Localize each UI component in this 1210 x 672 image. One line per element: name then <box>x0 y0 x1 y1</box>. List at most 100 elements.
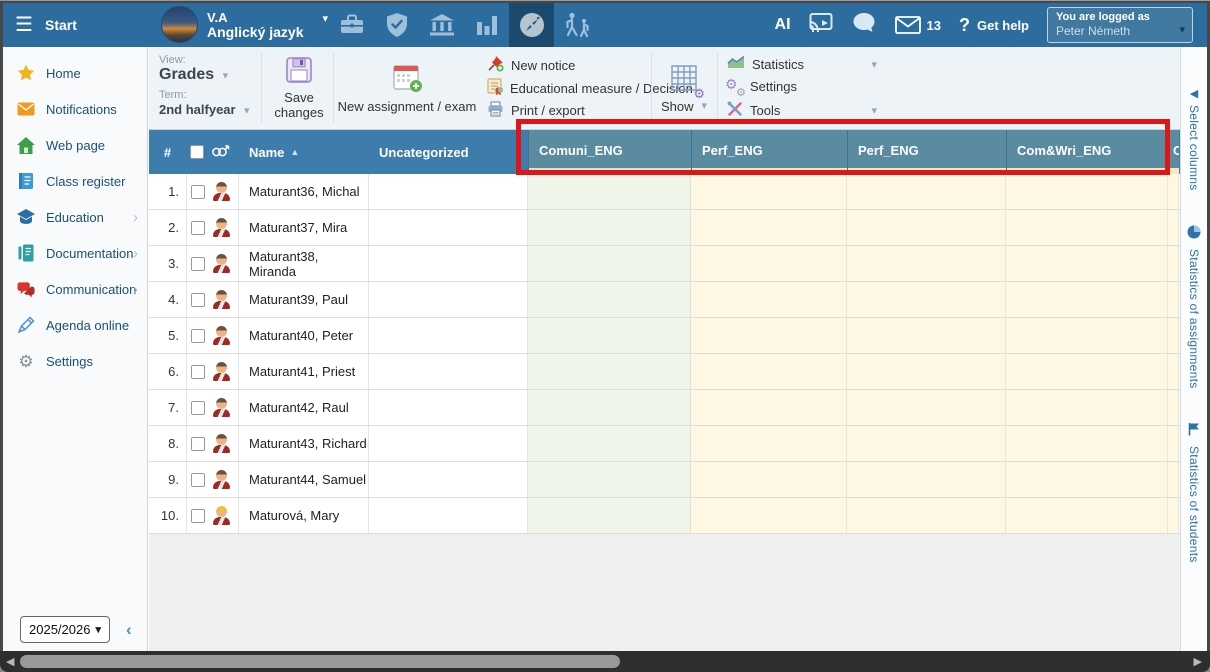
save-changes-button[interactable]: Save changes <box>269 55 329 121</box>
briefcase-icon[interactable] <box>329 3 374 47</box>
student-name[interactable]: Maturant38, Miranda <box>239 246 369 281</box>
tools-menu-button[interactable]: Tools ▾ <box>727 101 877 120</box>
bar-chart-icon[interactable] <box>464 3 509 47</box>
student-name[interactable]: Maturant36, Michal <box>239 174 369 209</box>
shield-check-icon[interactable] <box>374 3 419 47</box>
grade-cell[interactable] <box>847 318 1006 353</box>
grade-cell[interactable] <box>1006 210 1168 245</box>
student-name[interactable]: Maturant42, Raul <box>239 390 369 425</box>
sidebar-item-webpage[interactable]: Web page <box>3 127 147 163</box>
grade-cell[interactable] <box>847 498 1006 533</box>
grade-cell[interactable] <box>847 174 1006 209</box>
explore-compass-icon-active[interactable] <box>509 3 554 47</box>
grade-cell-partial[interactable] <box>1168 354 1179 389</box>
horizontal-scrollbar[interactable]: ◀ ▶ <box>0 651 1210 672</box>
grade-cell[interactable] <box>691 282 847 317</box>
statistics-of-students-button[interactable]: Statistics of students <box>1187 422 1201 563</box>
sidebar-item-communication[interactable]: Communication › <box>3 271 147 307</box>
sidebar-item-class-register[interactable]: Class register <box>3 163 147 199</box>
grade-cell[interactable] <box>847 462 1006 497</box>
column-header-grade[interactable]: Perf_ENG <box>847 130 1006 174</box>
grade-cell[interactable] <box>691 318 847 353</box>
column-header-name[interactable]: Name ▲ <box>239 130 369 174</box>
grade-cell[interactable] <box>1006 354 1168 389</box>
scrollbar-thumb[interactable] <box>20 655 620 668</box>
grade-cell-uncategorized[interactable] <box>369 246 528 281</box>
sidebar-item-documentation[interactable]: Documentation › <box>3 235 147 271</box>
column-header-index[interactable]: # <box>149 130 186 174</box>
grade-cell[interactable] <box>847 426 1006 461</box>
grade-cell-partial[interactable] <box>1168 246 1179 281</box>
grade-cell[interactable] <box>691 354 847 389</box>
grade-cell[interactable] <box>528 210 691 245</box>
row-checkbox[interactable] <box>191 185 205 199</box>
view-selector[interactable]: View: Grades ▾ <box>159 54 228 84</box>
sidebar-item-settings[interactable]: ⚙ Settings <box>3 343 147 379</box>
grade-cell-uncategorized[interactable] <box>369 354 528 389</box>
grade-cell[interactable] <box>1006 426 1168 461</box>
print-export-button[interactable]: Print / export <box>487 101 585 120</box>
grade-cell-partial[interactable] <box>1168 210 1179 245</box>
sidebar-item-agenda-online[interactable]: Agenda online <box>3 307 147 343</box>
grade-cell-uncategorized[interactable] <box>369 426 528 461</box>
grade-cell[interactable] <box>847 390 1006 425</box>
row-checkbox[interactable] <box>191 437 205 451</box>
grade-cell[interactable] <box>691 426 847 461</box>
select-all-checkbox[interactable] <box>190 145 204 159</box>
grade-cell[interactable] <box>528 426 691 461</box>
grade-cell[interactable] <box>691 390 847 425</box>
grade-cell[interactable] <box>847 246 1006 281</box>
student-name[interactable]: Maturant40, Peter <box>239 318 369 353</box>
messages-button[interactable]: 13 <box>895 16 941 34</box>
grade-cell[interactable] <box>847 354 1006 389</box>
row-checkbox[interactable] <box>191 509 205 523</box>
select-columns-button[interactable]: ◀ Select columns <box>1187 87 1201 191</box>
grade-cell[interactable] <box>528 354 691 389</box>
grade-cell[interactable] <box>528 246 691 281</box>
start-button[interactable]: Start <box>45 17 77 33</box>
grade-cell[interactable] <box>847 282 1006 317</box>
grade-cell-partial[interactable] <box>1168 390 1179 425</box>
sidebar-item-education[interactable]: Education › <box>3 199 147 235</box>
row-checkbox[interactable] <box>191 293 205 307</box>
grade-cell[interactable] <box>691 462 847 497</box>
column-header-grade[interactable]: Comuni_ENG <box>528 130 691 174</box>
school-year-select[interactable]: 2025/2026 ▾ <box>20 616 110 643</box>
grade-cell-uncategorized[interactable] <box>369 318 528 353</box>
get-help-button[interactable]: ? Get help <box>959 15 1029 36</box>
student-name[interactable]: Maturant44, Samuel <box>239 462 369 497</box>
hamburger-menu-icon[interactable]: ☰ <box>15 12 33 37</box>
new-assignment-button[interactable]: New assignment / exam <box>337 55 477 121</box>
grade-cell[interactable] <box>528 318 691 353</box>
grade-cell[interactable] <box>528 174 691 209</box>
row-checkbox[interactable] <box>191 329 205 343</box>
grade-cell[interactable] <box>691 210 847 245</box>
grade-cell[interactable] <box>1006 498 1168 533</box>
column-header-uncategorized[interactable]: Uncategorized <box>369 130 528 174</box>
people-walking-icon[interactable] <box>554 3 599 47</box>
grade-cell[interactable] <box>1006 462 1168 497</box>
row-checkbox[interactable] <box>191 473 205 487</box>
class-selector[interactable]: V.A Anglický jazyk ▾ <box>161 6 328 43</box>
student-name[interactable]: Maturant43, Richard <box>239 426 369 461</box>
grade-cell[interactable] <box>528 390 691 425</box>
student-name[interactable]: Maturant39, Paul <box>239 282 369 317</box>
sidebar-item-home[interactable]: Home <box>3 55 147 91</box>
bank-icon[interactable] <box>419 3 464 47</box>
statistics-of-assignments-button[interactable]: Statistics of assignments <box>1187 225 1201 389</box>
settings-menu-button[interactable]: ⚙⚙ Settings <box>727 78 877 94</box>
grade-cell[interactable] <box>528 498 691 533</box>
column-header-grade[interactable]: Perf_ENG <box>691 130 847 174</box>
grade-cell[interactable] <box>847 210 1006 245</box>
grade-cell-uncategorized[interactable] <box>369 498 528 533</box>
column-header-grade-partial[interactable]: C <box>1168 130 1179 174</box>
chat-bubble-icon[interactable] <box>851 11 877 40</box>
grade-cell[interactable] <box>1006 282 1168 317</box>
grade-cell[interactable] <box>1006 246 1168 281</box>
statistics-menu-button[interactable]: Statistics ▾ <box>727 55 877 73</box>
grade-cell-partial[interactable] <box>1168 318 1179 353</box>
grade-cell-uncategorized[interactable] <box>369 282 528 317</box>
grade-cell-partial[interactable] <box>1168 174 1179 209</box>
grade-cell[interactable] <box>528 462 691 497</box>
grade-cell-uncategorized[interactable] <box>369 210 528 245</box>
